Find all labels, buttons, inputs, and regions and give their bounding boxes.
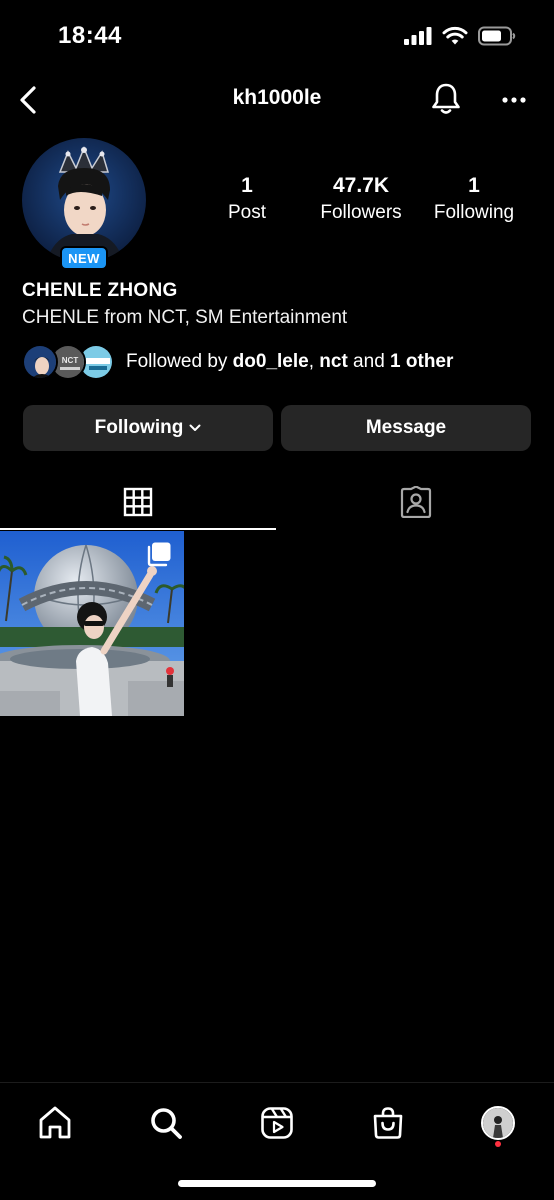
following-button[interactable]: Following [23, 405, 273, 451]
tab-tagged[interactable] [278, 474, 554, 530]
shopping-bag-icon [373, 1107, 403, 1139]
home-indicator[interactable] [178, 1180, 376, 1187]
profile-tabs [0, 474, 554, 530]
svg-text:NCT: NCT [62, 356, 79, 365]
followed-by-text: Followed by do0_lele, nct and 1 other [126, 351, 453, 373]
profile-username: kh1000le [232, 86, 322, 109]
mutual-follower-avatars: NCT [22, 342, 118, 382]
stat-following-label: Following [433, 202, 515, 223]
avatar [481, 1106, 515, 1140]
profile-screen: 18:44 kh1000le NEW 1 Post 47.7K Follower… [0, 0, 554, 1200]
message-button[interactable]: Message [281, 405, 531, 451]
post-thumbnail[interactable] [0, 531, 184, 716]
battery-icon [478, 26, 516, 46]
followed-by-user-2[interactable]: nct [319, 351, 348, 372]
active-tab-indicator [0, 528, 276, 530]
grid-icon [123, 487, 153, 517]
home-icon [39, 1106, 71, 1139]
reels-icon [261, 1107, 293, 1139]
tab-grid[interactable] [0, 474, 276, 530]
mutual-avatar-1 [22, 344, 58, 380]
more-options-button[interactable] [496, 82, 532, 118]
followed-by-separator: , [308, 351, 320, 372]
status-icons [404, 26, 516, 46]
message-button-label: Message [365, 417, 447, 438]
signal-icon [404, 27, 432, 45]
nav-reels[interactable] [253, 1099, 301, 1147]
stat-following-count: 1 [468, 174, 480, 197]
stat-posts[interactable]: 1 Post [192, 174, 302, 226]
profile-bio: CHENLE from NCT, SM Entertainment [22, 307, 348, 328]
stat-posts-label: Post [227, 202, 267, 223]
nav-search[interactable] [142, 1099, 190, 1147]
more-horizontal-icon [502, 97, 526, 103]
tagged-user-icon [400, 486, 432, 518]
profile-stats: 1 Post 47.7K Followers 1 Following [0, 174, 554, 230]
status-time: 18:44 [58, 22, 122, 49]
notification-dot [495, 1141, 501, 1147]
followed-by-others[interactable]: 1 other [390, 351, 453, 372]
multiple-photos-icon [147, 542, 171, 567]
stat-posts-count: 1 [241, 174, 253, 197]
notifications-button[interactable] [428, 80, 464, 118]
nav-home[interactable] [31, 1099, 79, 1147]
followed-by-user-1[interactable]: do0_lele [233, 351, 309, 372]
profile-header: kh1000le [0, 72, 554, 128]
stat-following[interactable]: 1 Following [419, 174, 529, 226]
nav-profile[interactable] [474, 1099, 522, 1147]
status-bar: 18:44 [0, 0, 554, 72]
following-button-label: Following [94, 417, 184, 438]
followed-by-row[interactable]: NCT Followed by do0_lele, nct and 1 othe… [22, 342, 453, 382]
search-icon [151, 1108, 182, 1139]
profile-full-name: CHENLE ZHONG [22, 280, 178, 301]
followed-by-prefix: Followed by [126, 351, 233, 372]
bell-icon [432, 83, 460, 114]
followed-by-joiner: and [347, 351, 391, 372]
stat-followers-count: 47.7K [332, 174, 390, 197]
chevron-down-icon [189, 424, 201, 431]
nav-shop[interactable] [364, 1099, 412, 1147]
new-badge: NEW [60, 246, 108, 270]
stat-followers[interactable]: 47.7K Followers [306, 174, 416, 226]
stat-followers-label: Followers [320, 202, 402, 223]
wifi-icon [442, 26, 468, 45]
